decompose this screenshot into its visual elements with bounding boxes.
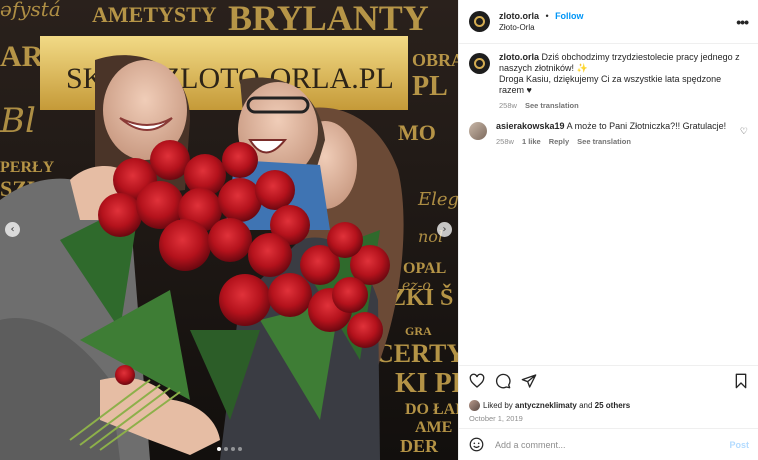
share-paper-plane-icon[interactable] <box>521 373 537 389</box>
svg-text:MO: MO <box>398 120 436 145</box>
svg-text:DO ŁAŃ: DO ŁAŃ <box>405 399 458 418</box>
carousel-dot <box>230 447 235 451</box>
svg-text:KI PE: KI PE <box>395 368 458 399</box>
ring-logo-icon <box>474 16 485 27</box>
follow-button[interactable]: Follow <box>555 11 584 21</box>
caption-username[interactable]: zloto.orla <box>499 52 539 62</box>
location-link[interactable]: Złoto-Orla <box>499 22 584 34</box>
comment-like-heart-icon[interactable]: ♡ <box>740 126 748 147</box>
post-photo: AMETYSTY BRYLANTY PL MO PERŁY SZKI OPAL … <box>0 0 458 460</box>
backdrop-word: PL <box>412 71 448 102</box>
comments-list: zloto.orla Dziś obchodzimy trzydziestole… <box>459 44 758 370</box>
see-translation-link[interactable]: See translation <box>577 136 631 147</box>
caption: zloto.orla Dziś obchodzimy trzydziestole… <box>469 52 748 111</box>
backdrop-word: AMETYSTY <box>92 2 217 27</box>
comment-username[interactable]: asierakowska19 <box>496 121 565 131</box>
emoji-smiley-icon[interactable] <box>469 437 484 452</box>
svg-text:OBRĄ: OBRĄ <box>412 50 458 70</box>
caption-age[interactable]: 258w <box>499 100 517 111</box>
separator: • <box>545 11 549 21</box>
carousel-dot <box>216 447 221 451</box>
comment-age[interactable]: 258w <box>496 136 514 147</box>
add-comment-bar: Post <box>459 428 758 460</box>
svg-text:Bl: Bl <box>0 101 36 141</box>
post-header: zloto.orla • Follow Złoto-Orla ••• <box>459 0 758 44</box>
post-panel: zloto.orla • Follow Złoto-Orla ••• zloto… <box>458 0 758 460</box>
liker-avatar[interactable] <box>469 400 480 411</box>
see-translation-link[interactable]: See translation <box>525 100 579 111</box>
svg-text:GRA: GRA <box>405 324 432 338</box>
caption-avatar[interactable] <box>469 53 490 74</box>
post-actions: Liked by antyczneklimaty and 25 others O… <box>459 365 758 423</box>
reply-button[interactable]: Reply <box>549 136 569 147</box>
svg-text:Elega: Elega <box>417 189 458 210</box>
carousel-prev-button[interactable]: ‹ <box>5 222 20 237</box>
likes-others-link[interactable]: 25 others <box>595 401 631 410</box>
backdrop-word: BRYLANTY <box>228 0 429 38</box>
backdrop-word: PERŁY <box>0 159 55 176</box>
like-heart-icon[interactable] <box>469 373 485 389</box>
likes-summary: Liked by antyczneklimaty and 25 others <box>469 400 749 411</box>
comment-likes[interactable]: 1 like <box>522 136 541 147</box>
save-bookmark-icon[interactable] <box>733 373 749 389</box>
post-date[interactable]: October 1, 2019 <box>469 414 749 423</box>
carousel-dot <box>223 447 228 451</box>
svg-text:əfystá: əfystá <box>0 0 61 21</box>
username-link[interactable]: zloto.orla <box>499 11 539 21</box>
backdrop-word: OPAL <box>403 260 446 277</box>
likes-and: and <box>579 401 593 410</box>
carousel-indicator <box>0 447 458 451</box>
post-media[interactable]: AMETYSTY BRYLANTY PL MO PERŁY SZKI OPAL … <box>0 0 458 460</box>
comment-text: A może to Pani Złotniczka?!! Gratulacje! <box>566 121 727 131</box>
svg-text:ez-o: ez-o <box>402 278 431 294</box>
commenter-avatar[interactable] <box>469 122 487 140</box>
comment-bubble-icon[interactable] <box>495 373 511 389</box>
carousel-dot <box>237 447 242 451</box>
svg-text:DER: DER <box>400 436 439 456</box>
svg-text:CERTY: CERTY <box>375 339 458 368</box>
svg-text:AME: AME <box>415 419 452 436</box>
likes-prefix: Liked by <box>483 401 513 410</box>
comment-input[interactable] <box>493 438 730 451</box>
carousel-next-button[interactable]: › <box>437 222 452 237</box>
comment-item: asierakowska19 A może to Pani Złotniczka… <box>469 121 748 147</box>
profile-avatar[interactable] <box>469 11 490 32</box>
post-comment-button[interactable]: Post <box>729 440 749 450</box>
more-options-icon[interactable]: ••• <box>736 14 749 30</box>
ring-logo-icon <box>474 58 485 69</box>
liker-username[interactable]: antyczneklimaty <box>515 401 577 410</box>
